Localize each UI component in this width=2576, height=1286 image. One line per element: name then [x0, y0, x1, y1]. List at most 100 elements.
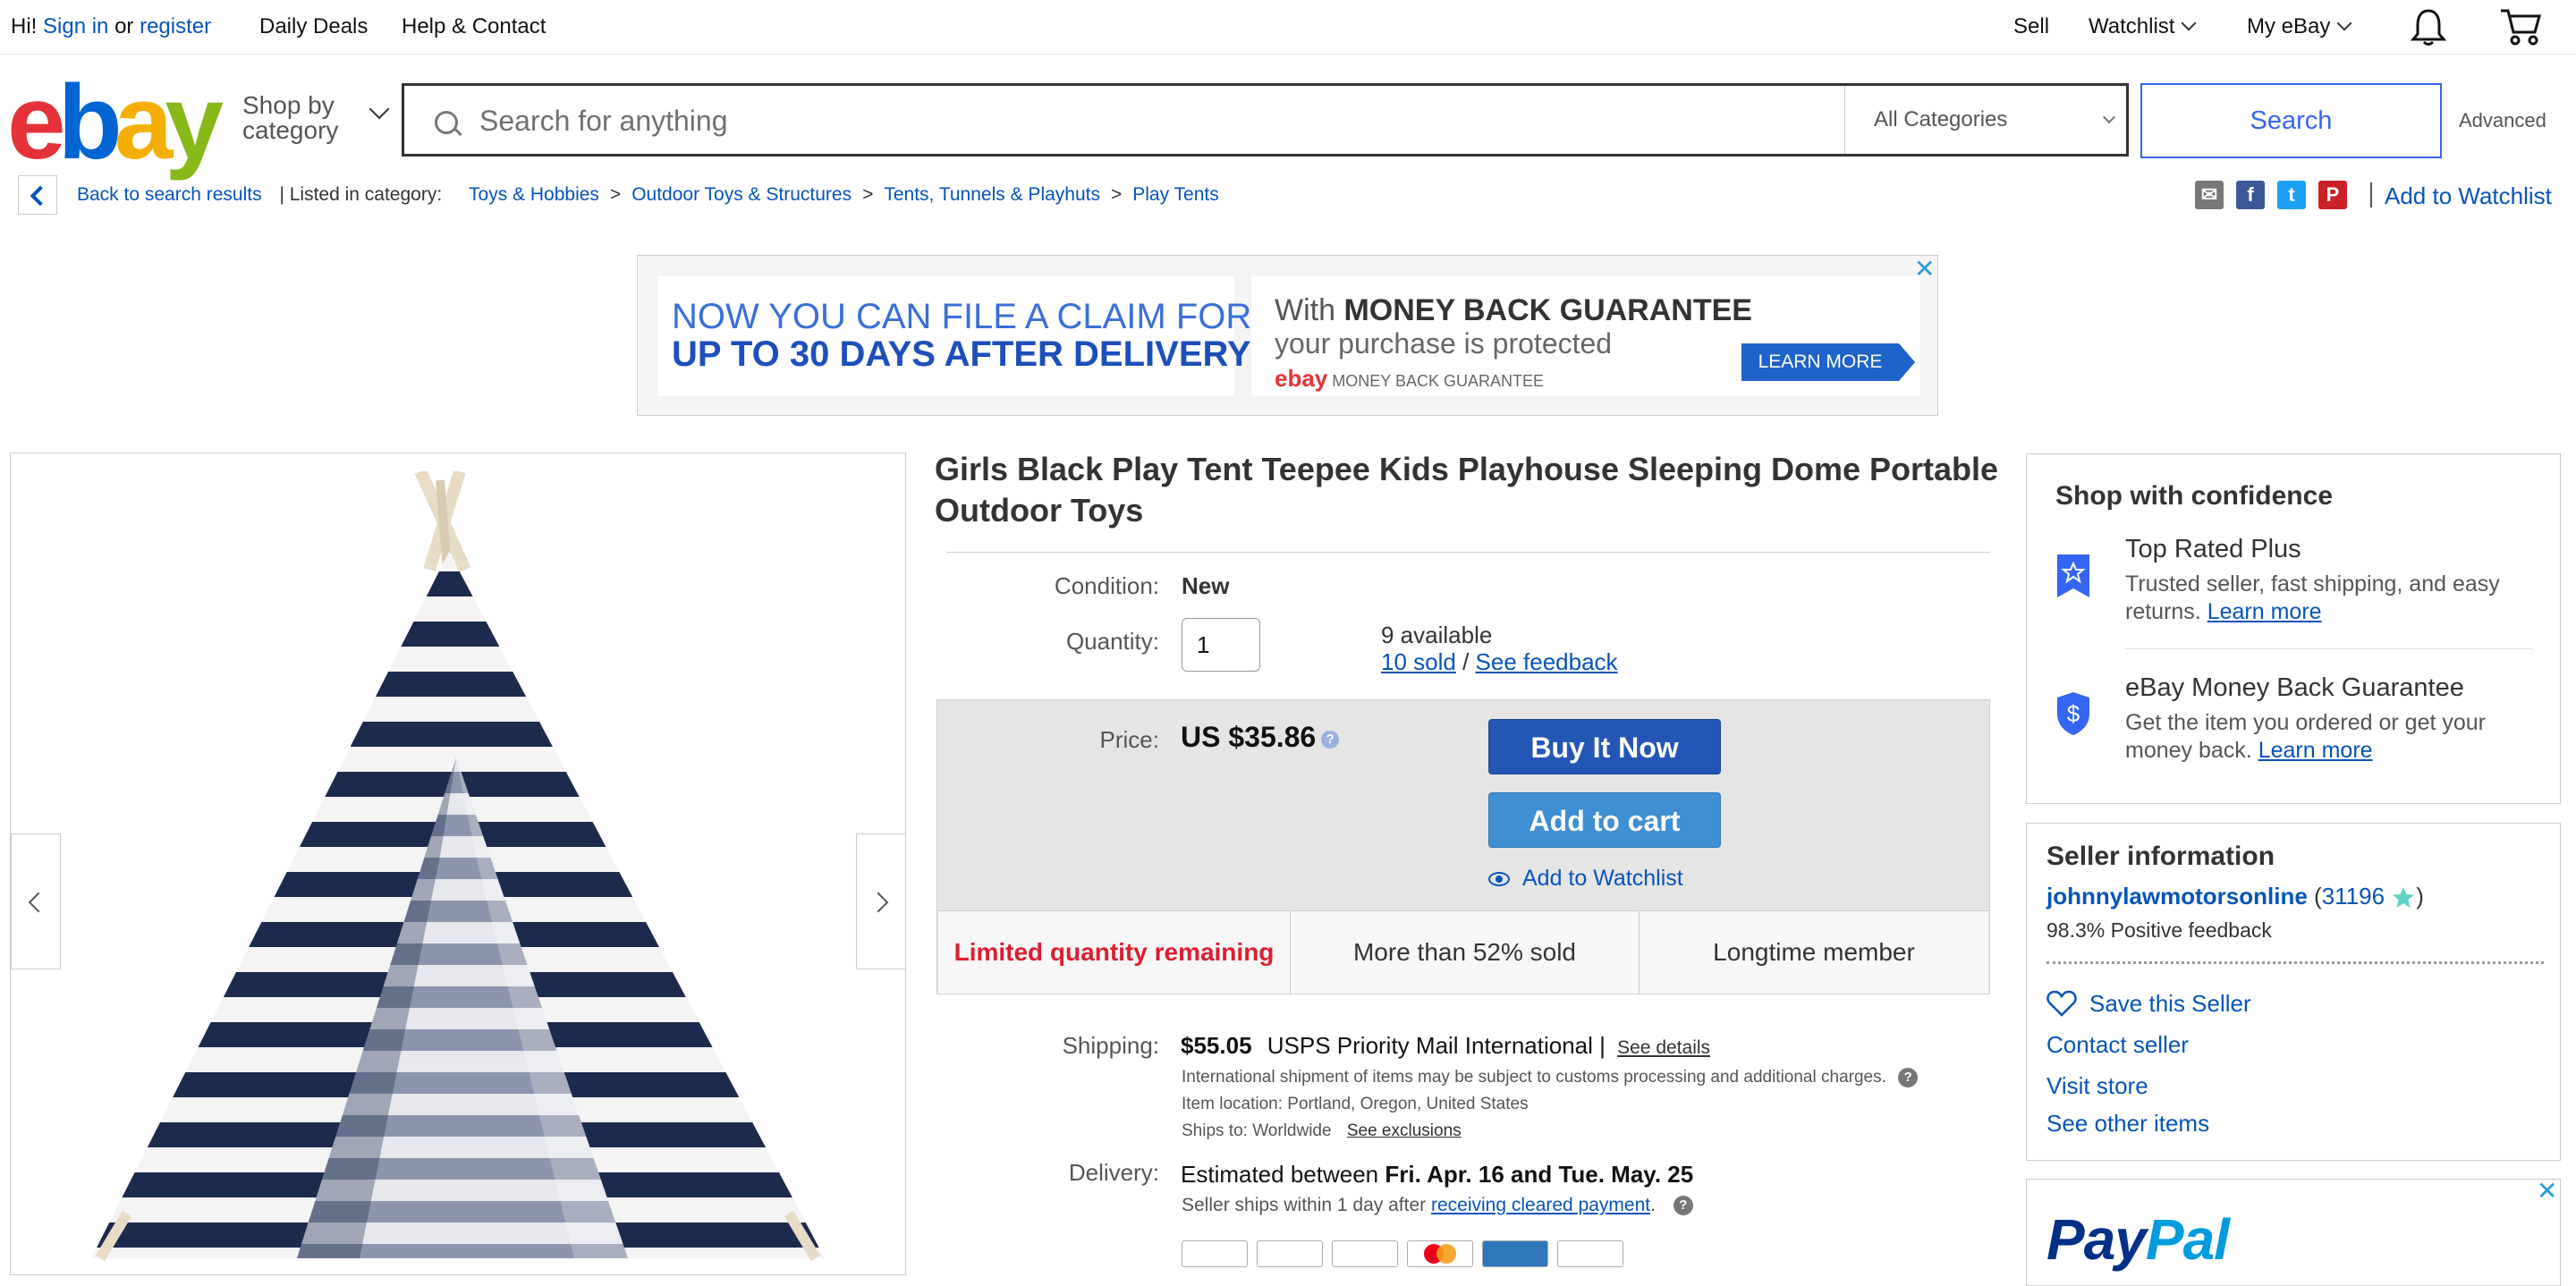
discover-payment-icon — [1557, 1240, 1623, 1267]
see-feedback-link[interactable]: See feedback — [1476, 648, 1618, 675]
sold-count-link[interactable]: 10 sold — [1381, 648, 1456, 675]
handling-prefix: Seller ships within 1 day after — [1182, 1195, 1431, 1215]
mastercard-payment-icon — [1407, 1240, 1473, 1267]
top-rated-badge-icon — [2057, 554, 2089, 597]
category-select[interactable]: All Categories — [1844, 86, 2130, 154]
twitter-share-icon[interactable]: t — [2277, 181, 2306, 209]
cleared-payment-link[interactable]: receiving cleared payment — [1431, 1195, 1650, 1215]
learn-more-link[interactable]: Learn more — [2207, 599, 2322, 624]
see-exclusions-link[interactable]: See exclusions — [1347, 1121, 1462, 1140]
help-icon[interactable]: ? — [1898, 1068, 1919, 1087]
breadcrumb-item[interactable]: Toys & Hobbies — [469, 184, 599, 205]
learn-more-link[interactable]: Learn more — [2258, 738, 2373, 763]
email-share-icon[interactable]: ✉ — [2195, 181, 2224, 209]
my-ebay-menu[interactable]: My eBay — [2247, 14, 2352, 39]
amex-payment-icon — [1482, 1240, 1548, 1267]
teepee-tent-image[interactable] — [73, 471, 860, 1275]
divider — [946, 552, 1990, 553]
close-ad-icon[interactable]: ✕ — [2537, 1180, 2557, 1206]
limited-quantity-stat: Limited quantity remaining — [953, 938, 1275, 966]
heart-icon[interactable] — [2046, 990, 2077, 1017]
mastercard-circle-orange — [1436, 1244, 1456, 1264]
seller-information-panel: Seller information johnnylawmotorsonline… — [2026, 823, 2561, 1161]
watchlist-menu[interactable]: Watchlist — [2089, 14, 2197, 39]
sell-link[interactable]: Sell — [2013, 14, 2049, 39]
add-to-watchlist-button[interactable]: Add to Watchlist — [1488, 866, 1683, 892]
ad-right-bold: MONEY BACK GUARANTEE — [1343, 293, 1752, 327]
shipping-label: Shipping: — [1062, 1032, 1159, 1059]
search-bar: All Categories — [402, 83, 2129, 157]
back-arrow-icon[interactable] — [18, 175, 57, 215]
ad-right-line2: your purchase is protected — [1275, 327, 1613, 360]
paypal-logo-pay: Pay — [2046, 1207, 2147, 1272]
ad-left-panel: NOW YOU CAN FILE A CLAIM FOR UP TO 30 DA… — [657, 275, 1251, 396]
help-contact-link[interactable]: Help & Contact — [402, 14, 546, 39]
add-to-watchlist-label: Add to Watchlist — [1522, 866, 1683, 891]
shop-by-category-button[interactable]: Shop by category — [242, 93, 390, 143]
logo-a: a — [114, 63, 174, 182]
next-image-button[interactable] — [856, 833, 905, 969]
ad-right-prefix: With — [1275, 293, 1344, 327]
breadcrumb-item[interactable]: Tents, Tunnels & Playhuts — [884, 184, 1100, 205]
slash-separator: / — [1462, 648, 1470, 675]
logo-b: b — [57, 63, 123, 182]
breadcrumb-item[interactable]: Play Tents — [1132, 184, 1219, 205]
breadcrumb: Back to search results | Listed in categ… — [77, 184, 1219, 206]
search-button[interactable]: Search — [2140, 83, 2442, 158]
notification-bell-icon[interactable] — [2410, 7, 2447, 47]
see-other-items-link[interactable]: See other items — [2046, 1110, 2209, 1138]
breadcrumb-separator: > — [1110, 184, 1123, 205]
ad-learn-more-button[interactable]: LEARN MORE — [1741, 343, 1915, 381]
quantity-label: Quantity: — [1065, 628, 1159, 655]
help-icon[interactable]: ? — [1321, 730, 1340, 749]
confidence-title: Shop with confidence — [2055, 481, 2334, 511]
seller-name-link[interactable]: johnnylawmotorsonline — [2046, 883, 2308, 910]
contact-seller-link[interactable]: Contact seller — [2046, 1031, 2189, 1059]
seller-score-link[interactable]: 31196 — [2322, 883, 2385, 910]
ebay-logo[interactable]: ebay — [7, 70, 224, 175]
product-image-viewer — [10, 453, 906, 1275]
paypal-logo: PayPal — [2046, 1206, 2230, 1273]
shop-with-confidence-panel: Shop with confidence Top Rated Plus Trus… — [2026, 453, 2561, 804]
register-link[interactable]: register — [140, 14, 211, 38]
handling-suffix: . — [1650, 1195, 1656, 1215]
item-title: Girls Black Play Tent Teepee Kids Playho… — [935, 451, 1999, 529]
item-stats-row: Limited quantity remaining More than 52%… — [938, 910, 1988, 994]
advertisement-banner[interactable]: NOW YOU CAN FILE A CLAIM FOR UP TO 30 DA… — [637, 255, 1938, 416]
item-location: Item location: Portland, Oregon, United … — [1182, 1095, 1529, 1113]
pinterest-share-icon[interactable]: P — [2318, 181, 2347, 209]
facebook-share-icon[interactable]: f — [2236, 181, 2265, 209]
money-back-shield-icon: $ — [2057, 692, 2089, 735]
close-ad-icon[interactable]: ✕ — [1914, 254, 1935, 283]
buy-it-now-button[interactable]: Buy It Now — [1488, 719, 1721, 774]
available-count: 9 available — [1381, 622, 1493, 648]
daily-deals-link[interactable]: Daily Deals — [259, 14, 368, 39]
breadcrumb-item[interactable]: Outdoor Toys & Structures — [631, 184, 852, 205]
paypal-advertisement[interactable]: ✕ PayPal — [2026, 1179, 2561, 1286]
chevron-down-icon — [369, 98, 390, 120]
divider — [2125, 648, 2533, 649]
sold-feedback-row: 10 sold / See feedback — [1381, 648, 1618, 676]
quantity-input[interactable]: 1 — [1182, 618, 1260, 672]
intl-note-text: International shipment of items may be s… — [1182, 1068, 1886, 1087]
shipping-value: $55.05 USPS Priority Mail International … — [1181, 1032, 1710, 1060]
search-input[interactable] — [478, 97, 1912, 145]
previous-image-button[interactable] — [11, 833, 61, 969]
sign-in-link[interactable]: Sign in — [43, 14, 108, 38]
see-details-link[interactable]: See details — [1617, 1037, 1710, 1058]
chevron-down-icon — [2181, 15, 2197, 31]
visit-store-link[interactable]: Visit store — [2046, 1072, 2148, 1100]
advanced-search-link[interactable]: Advanced — [2459, 109, 2546, 132]
save-seller-link[interactable]: Save this Seller — [2089, 990, 2251, 1018]
add-to-watchlist-link[interactable]: Add to Watchlist — [2385, 182, 2552, 210]
logo-y: y — [165, 63, 224, 182]
ad-left-line2: UP TO 30 DAYS AFTER DELIVERY — [672, 334, 1251, 374]
ships-to: Ships to: Worldwide See exclusions — [1182, 1121, 1462, 1141]
back-to-search-link[interactable]: Back to search results — [77, 184, 262, 205]
shopping-cart-icon[interactable] — [2499, 7, 2542, 47]
help-icon[interactable]: ? — [1673, 1196, 1693, 1216]
or-text: or — [114, 14, 134, 38]
delivery-dates: Fri. Apr. 16 and Tue. May. 25 — [1385, 1161, 1694, 1188]
add-to-cart-button[interactable]: Add to cart — [1488, 792, 1721, 848]
category-select-value: All Categories — [1874, 107, 2008, 131]
